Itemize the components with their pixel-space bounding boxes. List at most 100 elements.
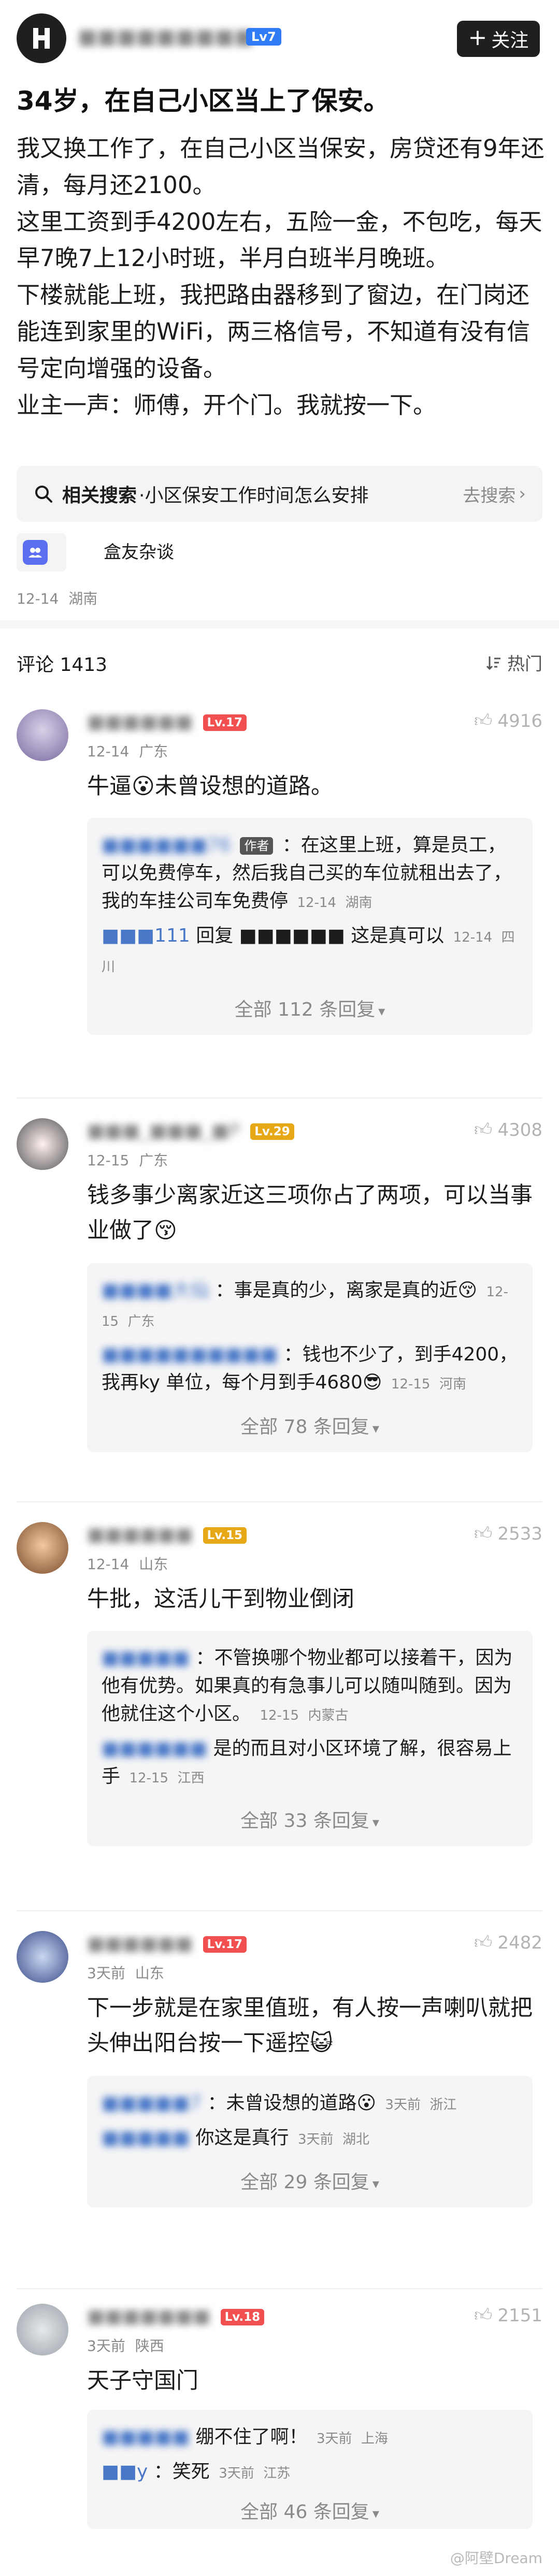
comment-meta: 12-14 广东: [87, 743, 168, 760]
like-button[interactable]: 👍︎ 2482: [474, 1932, 542, 1953]
group-icon: [23, 540, 48, 565]
thumbs-up-icon: 👍︎: [474, 2305, 493, 2325]
thumbs-up-icon: 👍︎: [474, 1523, 493, 1544]
like-button[interactable]: 👍︎ 2533: [474, 1523, 542, 1544]
commenter-avatar[interactable]: [17, 709, 68, 761]
reply-item: ■■■■■■76 作者 ：在这里上班，算是员工，可以免费停车，然后我自己买的车位…: [102, 835, 512, 912]
reply-item: ■■■■■ 你这是真行 3天前 湖北: [102, 2127, 370, 2148]
hupu-logo-icon: [33, 28, 50, 49]
like-button[interactable]: 👍︎ 4308: [474, 1119, 542, 1140]
caret-down-icon: ▾: [372, 1815, 379, 1831]
view-all-replies[interactable]: 全部 78 条回复 ▾: [102, 1404, 518, 1442]
reply-box[interactable]: ■■■■大仙 ：事是真的少，离家是真的近😚 12-15 广东 ■■■■■■■■■…: [87, 1263, 533, 1452]
watermark: @阿壁Dream: [450, 2550, 542, 2567]
reply-item: ■■■■大仙 ：事是真的少，离家是真的近😚 12-15 广东: [102, 1280, 508, 1329]
comment-meta: 12-14 山东: [87, 1556, 168, 1573]
reply-item: ■■■111 回复 ■■■■■■ 这是真可以 12-14 四川: [102, 925, 515, 975]
reply-box[interactable]: ■■■■■ 绷不住了啊！ 3天前 上海 ■■y ：笑死 3天前 江苏 全部 46…: [87, 2410, 533, 2529]
post-paragraph: 这里工资到手4200左右，五险一金，不包吃，每天早7晚7上12小时班，半月白班半…: [17, 208, 542, 272]
thumbs-up-icon: 👍︎: [474, 1119, 493, 1140]
post-body: 我又换工作了，在自己小区当保安，房贷还有9年还清，每月还2100。 这里工资到手…: [17, 130, 545, 423]
commenter-name[interactable]: ■■■■■■■ Lv.18: [87, 2306, 265, 2327]
like-count: 2151: [497, 2305, 542, 2326]
like-button[interactable]: 👍︎ 4916: [474, 710, 542, 731]
circle-tag[interactable]: 盒友杂谈: [17, 533, 174, 572]
comment-meta: 3天前 山东: [87, 1965, 164, 1982]
reply-item: ■■■■■ 绷不住了啊！ 3天前 上海: [102, 2426, 389, 2448]
comment-divider: [17, 1501, 542, 1502]
reply-box[interactable]: ■■■■■■76 作者 ：在这里上班，算是员工，可以免费停车，然后我自己买的车位…: [87, 818, 533, 1035]
reply-box[interactable]: ■■■■■ ：不管换哪个物业都可以接着干，因为他有优势。如果真的有急事儿可以随叫…: [87, 1631, 533, 1846]
section-divider: [0, 620, 559, 628]
comment-text: 天子守国门: [87, 2368, 198, 2394]
commenter-name[interactable]: ■■■■■■ Lv.15: [87, 1524, 247, 1545]
level-badge: Lv.17: [203, 714, 247, 731]
like-count: 4916: [497, 710, 542, 731]
sort-icon: [486, 656, 500, 670]
go-search-link[interactable]: 去搜索 ›: [463, 481, 526, 507]
post-paragraph: 我又换工作了，在自己小区当保安，房贷还有9年还清，每月还2100。: [17, 135, 544, 199]
view-all-replies[interactable]: 全部 112 条回复 ▾: [102, 987, 518, 1024]
level-badge: Lv.17: [203, 1936, 247, 1953]
comment-divider: [17, 1097, 542, 1099]
comment-meta: 3天前 陕西: [87, 2337, 164, 2354]
caret-down-icon: ▾: [372, 2506, 379, 2522]
post-date: 12-14: [17, 590, 59, 607]
like-count: 2482: [497, 1932, 542, 1953]
thumbs-up-icon: 👍︎: [474, 710, 493, 731]
comment-text: 牛逼😮未曾设想的道路。: [87, 773, 333, 799]
reply-item: ■■■■■■ 是的而且对小区环境了解，很容易上手 12-15 江西: [102, 1738, 512, 1787]
commenter-avatar[interactable]: [17, 1522, 68, 1574]
reply-item: ■■■■■■■■■■ ：钱也不少了，到手4200，我再ky 单位，每个月到手46…: [102, 1344, 518, 1393]
plus-icon: +: [468, 24, 488, 51]
commenter-name[interactable]: ■■■■■■ Lv.17: [87, 1933, 247, 1954]
author-avatar[interactable]: [17, 13, 66, 63]
post-paragraph: 业主一声：师傅，开个门。我就按一下。: [17, 391, 437, 419]
post-paragraph: 下楼就能上班，我把路由器移到了窗边，在门岗还能连到家里的WiFi，两三格信号，不…: [17, 281, 531, 382]
post-location: 湖南: [68, 590, 98, 607]
view-all-replies[interactable]: 全部 46 条回复 ▾: [102, 2493, 518, 2526]
commenter-avatar[interactable]: [17, 2304, 68, 2355]
search-icon: [35, 486, 52, 503]
level-badge: Lv.29: [250, 1123, 294, 1140]
comments-header: 评论 1413 热门: [17, 650, 542, 681]
comments-count: 评论 1413: [17, 654, 108, 676]
go-search-label: 去搜索: [463, 485, 516, 506]
commenter-name[interactable]: ■■■■■■ Lv.17: [87, 711, 247, 733]
level-badge: Lv.15: [203, 1527, 247, 1544]
like-button[interactable]: 👍︎ 2151: [474, 2305, 542, 2326]
reply-item: ■■■■■ ：不管换哪个物业都可以接着干，因为他有优势。如果真的有急事儿可以随叫…: [102, 1647, 513, 1724]
comment-text: 牛批，这活儿干到物业倒闭: [87, 1586, 354, 1612]
reply-box[interactable]: ■■■■■7 ：未曾设想的道路😮 3天前 浙江 ■■■■■ 你这是真行 3天前 …: [87, 2076, 533, 2207]
commenter-avatar[interactable]: [17, 1118, 68, 1170]
chevron-right-icon: ›: [519, 484, 526, 504]
related-search-bar[interactable]: 相关搜索 ·小区保安工作时间怎么安排 去搜索 ›: [17, 466, 542, 522]
comment-divider: [17, 1910, 542, 1911]
comment-meta: 12-15 广东: [87, 1152, 168, 1169]
sort-toggle[interactable]: 热门: [485, 650, 542, 675]
view-all-replies[interactable]: 全部 33 条回复 ▾: [102, 1798, 518, 1836]
level-badge: Lv.18: [220, 2309, 265, 2325]
author-level-badge: Lv7: [246, 28, 281, 46]
commenter-name[interactable]: ■■■_■■■_■P Lv.29: [87, 1120, 294, 1141]
commenter-avatar[interactable]: [17, 1931, 68, 1983]
follow-label: 关注: [491, 30, 529, 51]
related-search-prefix: 相关搜索: [62, 485, 137, 506]
thumbs-up-icon: 👍︎: [474, 1932, 493, 1953]
caret-down-icon: ▾: [378, 1004, 385, 1019]
view-all-replies[interactable]: 全部 29 条回复 ▾: [102, 2160, 518, 2197]
reply-item: ■■■■■7 ：未曾设想的道路😮 3天前 浙江: [102, 2092, 457, 2114]
comment-divider: [17, 2288, 542, 2289]
post-header: ■■■■■■■■■76 Lv7 + 关注: [0, 0, 559, 75]
related-search-text: ·小区保安工作时间怎么安排: [139, 485, 369, 506]
reply-item: ■■y ：笑死 3天前 江苏: [102, 2461, 291, 2482]
author-tag: 作者: [240, 837, 274, 855]
comment-text: 钱多事少离家近这三项你占了两项，可以当事业做了😚: [87, 1182, 533, 1243]
post-meta: 12-14 湖南: [17, 588, 97, 608]
caret-down-icon: ▾: [372, 2176, 379, 2192]
caret-down-icon: ▾: [372, 1421, 379, 1437]
sort-label: 热门: [507, 654, 542, 675]
circle-label: 盒友杂谈: [104, 542, 174, 563]
follow-button[interactable]: + 关注: [457, 21, 540, 57]
author-name-blurred: ■■■■■■■■■: [78, 25, 254, 49]
